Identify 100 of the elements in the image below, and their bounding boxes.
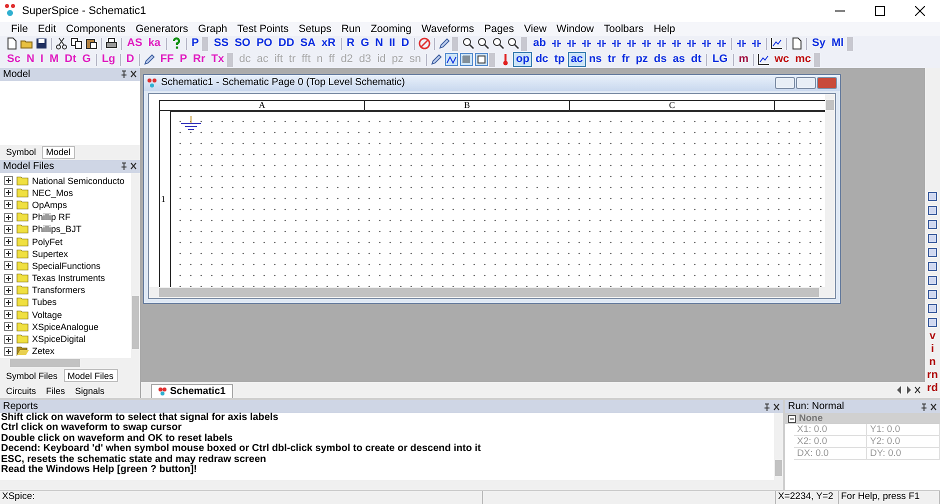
tree-item[interactable]: Transformers (0, 284, 131, 296)
toolbar-overflow-handle[interactable] (202, 36, 208, 51)
tree-item[interactable]: XSpiceAnalogue (0, 320, 131, 333)
document-tab[interactable]: Schematic1 (151, 384, 233, 398)
pin-and-close-icon[interactable] (120, 162, 137, 170)
pencil-icon[interactable] (430, 53, 443, 66)
toolbar-button[interactable]: Lg (98, 52, 118, 68)
tool-icon[interactable] (926, 218, 939, 231)
tool-icon[interactable] (926, 274, 939, 287)
horizontal-scrollbar[interactable] (0, 358, 140, 368)
panel-tab[interactable]: Symbol Files (2, 369, 62, 382)
toolbar-button[interactable]: ac (568, 52, 586, 68)
expand-icon[interactable] (4, 188, 13, 198)
toolbar-button[interactable]: xR (318, 36, 339, 52)
toolbar-button[interactable]: SO (232, 36, 254, 52)
waveform-icon[interactable] (445, 53, 458, 66)
expand-icon[interactable] (4, 261, 13, 270)
toolbar-button[interactable]: v (929, 330, 936, 342)
toolbar-button[interactable]: ds (650, 52, 670, 68)
toolbar-button[interactable]: SA (297, 36, 319, 52)
vertical-scrollbar[interactable] (131, 172, 140, 358)
horizontal-scrollbar[interactable] (0, 480, 783, 490)
horizontal-scrollbar[interactable] (149, 286, 835, 298)
expand-icon[interactable] (4, 224, 13, 234)
toolbar-button[interactable]: D (123, 52, 138, 68)
zoom-icon[interactable] (507, 37, 520, 50)
expand-icon[interactable] (4, 334, 13, 344)
menu-item[interactable]: Toolbars (598, 22, 649, 35)
toolbar-overflow-handle[interactable] (521, 36, 528, 51)
expand-icon[interactable] (4, 212, 13, 222)
chart-icon[interactable] (770, 37, 783, 50)
toolbar-button[interactable]: AS (124, 36, 146, 52)
toolbar-button[interactable]: Tx (208, 52, 228, 68)
toolbar-button[interactable]: Sc (4, 52, 24, 68)
tool-icon[interactable] (926, 190, 939, 203)
toolbar-button[interactable]: R (344, 36, 358, 52)
menu-item[interactable]: Run (336, 22, 366, 35)
pin-and-close-icon[interactable] (763, 402, 780, 411)
toolbar-button[interactable]: M (46, 52, 62, 68)
toolbar-button[interactable]: P (176, 52, 190, 68)
toolbar-button[interactable]: D (398, 36, 412, 52)
toolbar-button[interactable]: dt (688, 52, 704, 68)
toolbar-button[interactable]: rn (927, 368, 938, 381)
tool-icon[interactable] (926, 288, 939, 301)
menu-item[interactable]: View (518, 22, 552, 35)
expand-icon[interactable] (4, 298, 13, 307)
minimize-button[interactable] (775, 76, 795, 89)
menu-item[interactable]: File (6, 22, 33, 35)
cut-icon[interactable] (55, 37, 68, 50)
toolbar-button[interactable]: P (188, 36, 202, 52)
toolbar-button[interactable]: N (372, 36, 386, 52)
tree-item[interactable]: XSpiceDigital (0, 332, 131, 346)
tab-navigation-icon[interactable] (897, 386, 921, 394)
expand-icon[interactable] (4, 249, 13, 258)
tree-item[interactable]: SpecialFunctions (0, 260, 131, 272)
expand-icon[interactable] (4, 322, 13, 332)
toolbar-button[interactable]: II (386, 36, 398, 52)
toolbar-button[interactable]: G (79, 52, 94, 68)
tool-icon[interactable] (926, 316, 939, 329)
toolbar-button[interactable]: op (513, 52, 532, 68)
panel-tab[interactable]: Symbol (2, 146, 40, 159)
toolbar-button[interactable]: LG (709, 52, 731, 68)
expand-icon[interactable] (4, 346, 13, 356)
expand-icon[interactable] (4, 237, 13, 246)
menu-item[interactable]: Components (61, 22, 131, 35)
panel-tab[interactable]: Model Files (64, 369, 118, 382)
toolbar-button[interactable]: as (670, 52, 688, 68)
panel-tab[interactable]: Files (42, 384, 70, 398)
collapse-icon[interactable] (788, 414, 796, 423)
toolbar-button[interactable]: I (37, 52, 46, 68)
tree-item[interactable]: NEC_Mos (0, 186, 131, 199)
pin-and-close-icon[interactable] (920, 402, 937, 411)
chart-icon[interactable] (757, 53, 770, 66)
toolbar-button[interactable]: Dt (62, 52, 80, 68)
toolbar-button[interactable]: ab (530, 36, 549, 52)
paste-icon[interactable] (85, 37, 98, 50)
toolbar-button[interactable]: ka (145, 36, 164, 52)
panel-tab[interactable]: Circuits (2, 384, 40, 398)
toolbar-button[interactable]: PO (253, 36, 276, 52)
toolbar-button[interactable]: FF (157, 52, 177, 68)
restore-button[interactable] (796, 76, 816, 89)
toolbar-button[interactable]: N (23, 52, 38, 68)
vertical-scrollbar[interactable] (774, 413, 783, 480)
toolbar-button[interactable]: DD (275, 36, 298, 52)
tree-item[interactable]: Supertex (0, 248, 131, 260)
tree-item[interactable]: Phillips_BJT (0, 223, 131, 236)
menu-item[interactable]: Zooming (366, 22, 416, 35)
toolbar-button[interactable]: tr (604, 52, 619, 68)
tree-item[interactable]: Zetex (0, 345, 131, 358)
menu-item[interactable]: Graph (193, 22, 232, 35)
tool-icon[interactable] (926, 246, 939, 259)
toolbar-button[interactable]: dc (532, 52, 552, 68)
menu-item[interactable]: Pages (479, 22, 519, 35)
menu-item[interactable]: Test Points (232, 22, 294, 35)
tree-item[interactable]: Texas Instruments (0, 272, 131, 284)
expand-icon[interactable] (4, 286, 13, 295)
toolbar-button[interactable]: rd (927, 382, 938, 394)
toolbar-button[interactable]: m (736, 52, 752, 68)
tool-icon[interactable] (926, 204, 939, 217)
expand-icon[interactable] (4, 274, 13, 283)
